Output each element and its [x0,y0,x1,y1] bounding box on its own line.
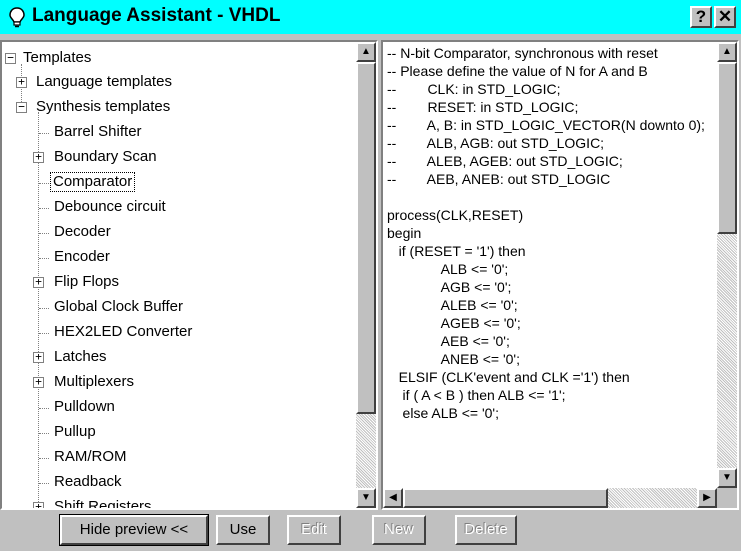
tree-item-label: RAM/ROM [54,448,127,465]
tree-item-label: Decoder [54,223,111,240]
tree-item-label: Debounce circuit [54,198,166,215]
tree-item-label: Synthesis templates [36,98,171,115]
tree-line [39,483,49,484]
code-line: process(CLK,RESET) [387,207,524,223]
tree-line [39,333,49,334]
code-line: -- ALB, AGB: out STD_LOGIC; [387,135,605,151]
tree-line [38,112,39,508]
code-line: if (RESET = '1') then [387,243,526,259]
code-line: ALEB <= '0'; [387,297,518,313]
tree-item-label: Templates [23,49,92,66]
tree-line [39,183,49,184]
expand-icon[interactable]: + [33,501,44,508]
tree-line [39,258,49,259]
tree-item-label: Multiplexers [54,373,135,390]
code-line: -- Please define the value of N for A an… [387,63,648,79]
tree-item-label: Language templates [36,73,172,90]
tree-line [39,433,49,434]
expand-icon[interactable]: + [16,76,27,88]
tree-line [39,133,49,134]
code-line: ELSIF (CLK'event and CLK ='1') then [387,369,630,385]
code-line: ANEB <= '0'; [387,351,520,367]
tree-line [39,458,49,459]
window-title: Language Assistant - VHDL [32,5,281,26]
tree-item-label: Global Clock Buffer [54,298,183,315]
code-line: -- CLK: in STD_LOGIC; [387,81,561,97]
lightbulb-icon [6,6,28,28]
tree-item-label: Shift Registers [54,498,152,508]
help-button[interactable]: ? [690,6,712,28]
tree-line [39,233,49,234]
scroll-down-icon[interactable]: ▼ [717,468,737,488]
tree-item-label: Pulldown [54,398,115,415]
collapse-icon[interactable]: − [16,101,27,113]
code-line: AGB <= '0'; [387,279,512,295]
scroll-down-icon[interactable]: ▼ [356,488,376,508]
code-preview[interactable]: -- N-bit Comparator, synchronous with re… [387,44,717,490]
code-line: -- N-bit Comparator, synchronous with re… [387,45,658,61]
title-bar: Language Assistant - VHDL ? ✕ [0,0,741,34]
scroll-up-icon[interactable]: ▲ [717,42,737,62]
tree-item-label: Flip Flops [54,273,120,290]
scroll-thumb[interactable] [403,488,608,508]
use-button[interactable]: Use [216,515,270,545]
code-line: AGEB <= '0'; [387,315,521,331]
expand-icon[interactable]: + [33,276,44,288]
tree-line [39,308,49,309]
code-line: if ( A < B ) then ALB <= '1'; [387,387,566,403]
new-button[interactable]: New [372,515,426,545]
scroll-thumb[interactable] [717,62,737,234]
template-tree-panel: − Templates + Language templates − Synth… [0,40,378,510]
code-line: begin [387,225,422,241]
code-line: else ALB <= '0'; [387,405,499,421]
code-line: -- A, B: in STD_LOGIC_VECTOR(N downto 0)… [387,117,705,133]
delete-button[interactable]: Delete [455,515,517,545]
preview-horizontal-scrollbar[interactable]: ◀ ▶ [383,488,717,508]
preview-vertical-scrollbar[interactable]: ▲ ▼ [717,42,737,488]
scroll-left-icon[interactable]: ◀ [383,488,403,508]
tree-vertical-scrollbar[interactable]: ▲ ▼ [356,42,376,508]
tree-item-label: Encoder [54,248,110,265]
tree-item-label: Barrel Shifter [54,123,142,140]
hide-preview-button[interactable]: Hide preview << [59,514,209,546]
tree-item-label: HEX2LED Converter [54,323,193,340]
expand-icon[interactable]: + [33,151,44,163]
tree-item-label: Boundary Scan [54,148,157,165]
tree-line [39,408,49,409]
tree-item-label: Latches [54,348,107,365]
code-preview-panel: -- N-bit Comparator, synchronous with re… [381,40,739,510]
code-line: ALB <= '0'; [387,261,509,277]
template-tree: − Templates + Language templates − Synth… [2,42,356,508]
tree-item-label: Pullup [54,423,96,440]
tree-item-label: Readback [54,473,122,490]
close-button[interactable]: ✕ [714,6,736,28]
collapse-icon[interactable]: − [5,52,16,64]
tree-line [39,208,49,209]
code-line: AEB <= '0'; [387,333,510,349]
expand-icon[interactable]: + [33,351,44,363]
scroll-thumb[interactable] [356,62,376,414]
code-line: -- AEB, ANEB: out STD_LOGIC [387,171,611,187]
expand-icon[interactable]: + [33,376,44,388]
edit-button[interactable]: Edit [287,515,341,545]
language-assistant-window: Language Assistant - VHDL ? ✕ − Template… [0,0,741,551]
scrollbar-corner [717,488,737,508]
scroll-right-icon[interactable]: ▶ [697,488,717,508]
code-line: -- ALEB, AGEB: out STD_LOGIC; [387,153,623,169]
tree-item-label: Comparator [50,172,136,192]
scroll-up-icon[interactable]: ▲ [356,42,376,62]
code-line: -- RESET: in STD_LOGIC; [387,99,579,115]
